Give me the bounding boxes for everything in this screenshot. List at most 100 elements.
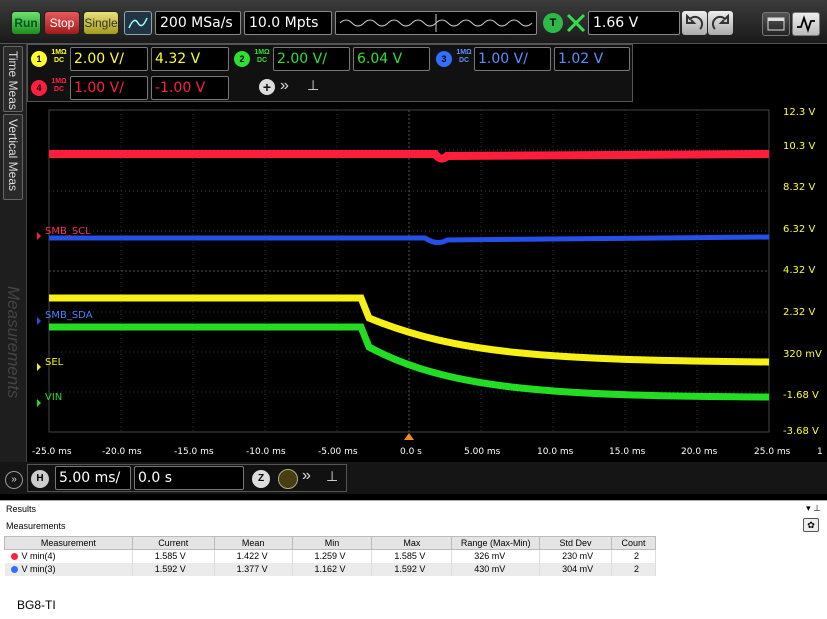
zoom-icon[interactable]: Z <box>252 470 270 488</box>
measurements-watermark: Measurements <box>4 286 23 399</box>
waveform-icon[interactable] <box>124 11 152 35</box>
y-tick-label: 8.32 V <box>783 182 816 193</box>
more-icon[interactable]: » <box>302 467 311 485</box>
horizontal-badge[interactable]: H <box>31 470 49 488</box>
trigger-level-display[interactable]: 1.66 V <box>588 11 680 35</box>
label-sel: SEL <box>45 357 64 368</box>
col-std-dev[interactable]: Std Dev <box>539 536 612 550</box>
table-row[interactable]: V min(3) 1.592 V 1.377 V 1.162 V 1.592 V… <box>4 562 657 576</box>
channel-4-impedance: 1MΩ <box>51 78 67 85</box>
channel-1-coupling: 1MΩ DC <box>50 49 68 65</box>
mean-value: 1.422 V <box>214 549 293 563</box>
y-tick-label: 12.3 V <box>783 107 816 118</box>
channel-3-offset[interactable]: 1.02 V <box>554 47 630 71</box>
current-value: 1.585 V <box>132 549 215 563</box>
navigate-icon[interactable] <box>278 469 298 489</box>
more-channels-icon[interactable]: » <box>280 77 289 95</box>
std-dev-value: 304 mV <box>539 562 612 576</box>
channel-3-scale[interactable]: 1.00 V/ <box>474 47 551 71</box>
channel-4-offset[interactable]: -1.00 V <box>151 76 229 100</box>
channel-1-badge[interactable]: 1 <box>31 51 47 67</box>
channel-2-dc: DC <box>256 57 268 64</box>
scope-display[interactable]: SMB_SCL SMB_SDA SEL VIN 12.3 V 10.3 V 8.… <box>27 104 827 460</box>
top-toolbar: Run Stop Single 200 MSa/s 10.0 Mpts T 1.… <box>0 0 827 44</box>
channel-4-scale[interactable]: 1.00 V/ <box>70 76 148 100</box>
y-tick-label: -3.68 V <box>783 426 819 437</box>
current-value: 1.592 V <box>132 562 215 576</box>
channel-2-offset[interactable]: 6.04 V <box>353 47 430 71</box>
measurements-title: Measurements <box>6 521 66 531</box>
trigger-badge[interactable]: T <box>543 13 563 33</box>
tab-vertical-meas[interactable]: Vertical Meas <box>3 114 23 200</box>
trigger-edge-icon[interactable] <box>565 12 587 34</box>
delay-display[interactable]: 0.0 s <box>134 466 244 490</box>
min-value: 1.259 V <box>292 549 373 563</box>
channel-3-dot-icon <box>10 566 18 573</box>
col-range[interactable]: Range (Max-Min) <box>451 536 541 550</box>
y-tick-label: 4.32 V <box>783 265 816 276</box>
window-icon[interactable] <box>762 12 790 36</box>
x-tick-label: 0.0 s <box>400 447 422 457</box>
sample-rate-display[interactable]: 200 MSa/s <box>155 11 241 35</box>
stop-button[interactable]: Stop <box>44 11 80 35</box>
oscilloscope-app: Run Stop Single 200 MSa/s 10.0 Mpts T 1.… <box>0 0 827 596</box>
channel-2-coupling: 1MΩ DC <box>253 49 271 65</box>
settings-icon[interactable]: ✿ <box>803 518 819 532</box>
channel-3-badge[interactable]: 3 <box>436 51 452 67</box>
col-measurement[interactable]: Measurement <box>4 536 133 550</box>
tab-time-meas[interactable]: Time Meas <box>3 46 23 112</box>
y-tick-label: 10.3 V <box>783 141 816 152</box>
pin-icon[interactable]: ⊥ <box>307 77 319 94</box>
table-row[interactable]: V min(4) 1.585 V 1.422 V 1.259 V 1.585 V… <box>4 549 657 563</box>
figure-label: BG8-TI <box>17 598 56 612</box>
waveform-overview[interactable] <box>335 11 537 35</box>
x-tick-label: -15.0 ms <box>174 447 214 457</box>
pin-icon[interactable]: ⊥ <box>326 468 338 485</box>
col-max[interactable]: Max <box>371 536 453 550</box>
waveform-grid <box>37 109 770 440</box>
channel-1-offset[interactable]: 4.32 V <box>151 47 229 71</box>
channel-1-dc: DC <box>53 57 65 64</box>
range-value: 430 mV <box>451 562 541 576</box>
measurement-label: V min(4) <box>21 551 56 562</box>
single-button[interactable]: Single <box>83 11 119 35</box>
channel-2-scale[interactable]: 2.00 V/ <box>273 47 350 71</box>
channel-3-dc: DC <box>458 57 470 64</box>
undo-icon[interactable] <box>682 11 707 35</box>
x-tick-label: 15.0 ms <box>609 447 646 457</box>
channel-2-badge[interactable]: 2 <box>234 51 250 67</box>
col-current[interactable]: Current <box>131 536 215 550</box>
range-value: 326 mV <box>451 549 541 563</box>
max-value: 1.592 V <box>371 562 453 576</box>
x-tick-label: -5.00 ms <box>318 447 358 457</box>
redo-icon[interactable] <box>708 11 733 35</box>
channel-3-coupling: 1MΩ DC <box>455 49 473 65</box>
expand-icon[interactable]: » <box>5 471 23 489</box>
add-channel-icon[interactable]: + <box>259 79 275 95</box>
y-tick-label: 320 mV <box>783 349 822 360</box>
mean-value: 1.377 V <box>214 562 293 576</box>
measurement-name: V min(3) <box>4 562 133 576</box>
timebase-display[interactable]: 5.00 ms/ <box>55 466 131 490</box>
run-button[interactable]: Run <box>11 11 41 35</box>
results-pin-icon[interactable]: ▾ ⊥ <box>806 503 821 514</box>
x-tick-label: 10.0 ms <box>537 447 574 457</box>
col-mean[interactable]: Mean <box>213 536 293 550</box>
measurement-label: V min(3) <box>21 564 56 574</box>
horizontal-bar: » H 5.00 ms/ 0.0 s Z » ⊥ <box>0 462 827 494</box>
channel-4-dot-icon <box>10 553 18 561</box>
channel-4-badge[interactable]: 4 <box>31 80 47 96</box>
col-count[interactable]: Count <box>610 536 657 550</box>
y-tick-label: -1.68 V <box>783 390 819 401</box>
autoscale-icon[interactable] <box>792 12 820 36</box>
horizontal-panel: H 5.00 ms/ 0.0 s Z » ⊥ <box>27 464 347 492</box>
memory-depth-display[interactable]: 10.0 Mpts <box>244 11 332 35</box>
channel-1-scale[interactable]: 2.00 V/ <box>70 47 148 71</box>
x-tick-label: -10.0 ms <box>246 447 286 457</box>
col-min[interactable]: Min <box>291 536 373 550</box>
max-value: 1.585 V <box>371 549 453 563</box>
channel-1-impedance: 1MΩ <box>51 49 67 56</box>
results-panel: Results ▾ ⊥ Measurements ✿ Measurement C… <box>0 500 827 596</box>
channel-4-dc: DC <box>53 86 65 93</box>
label-smb-sda: SMB_SDA <box>45 310 93 321</box>
